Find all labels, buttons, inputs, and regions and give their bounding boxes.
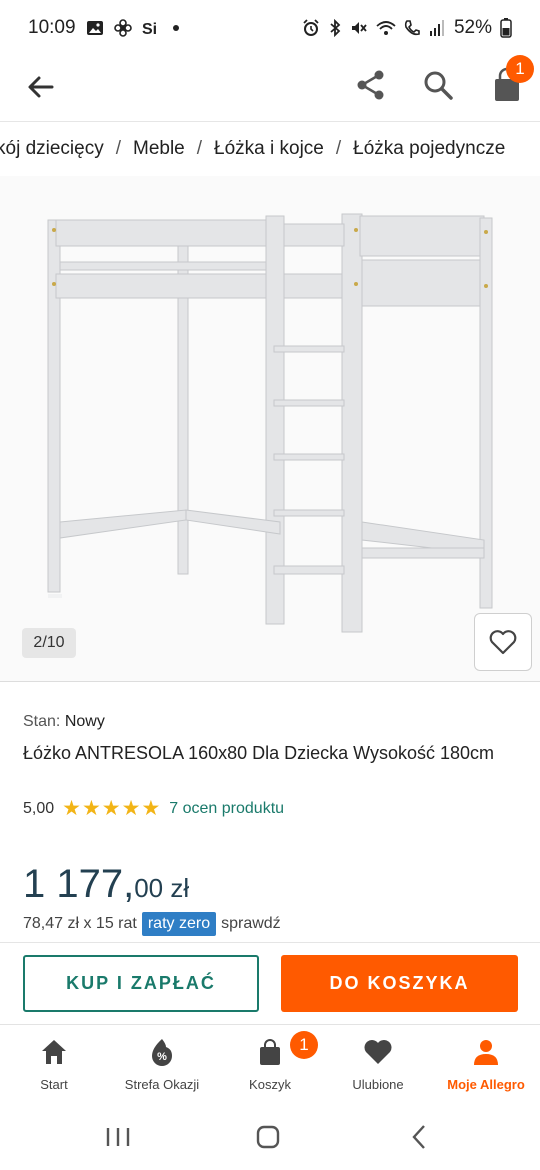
system-back-icon[interactable]: [405, 1122, 435, 1152]
installments: 78,47 zł x 15 rat raty zero sprawdź: [23, 912, 281, 936]
nav-label: Koszyk: [249, 1077, 291, 1092]
nav-label: Strefa Okazji: [124, 1077, 200, 1092]
wifi-call-icon: [376, 21, 396, 35]
alarm-icon: [303, 19, 319, 36]
breadcrumb-item[interactable]: Meble: [133, 138, 185, 160]
nav-item-start[interactable]: Start: [0, 1025, 108, 1107]
cart-count-badge: 1: [506, 55, 534, 83]
discount-icon: %: [152, 1039, 172, 1066]
signal-icon: [429, 20, 444, 36]
breadcrumb-separator: /: [115, 138, 121, 159]
system-navigation-bar: [0, 1106, 540, 1170]
nav-item-ulubione[interactable]: Ulubione: [324, 1025, 432, 1107]
recent-apps-icon[interactable]: [103, 1122, 133, 1152]
bottom-navigation: Start % Strefa Okazji Koszyk 1 Ulubione …: [0, 1024, 540, 1106]
raty-zero-badge: raty zero: [141, 912, 217, 936]
breadcrumb-separator: /: [335, 138, 342, 159]
nav-label: Start: [40, 1077, 68, 1092]
cart-icon: [260, 1039, 280, 1065]
svg-text:%: %: [157, 1051, 167, 1063]
app-notification-icon: Si: [142, 21, 157, 37]
status-time: 10:09: [28, 17, 76, 38]
rating-count-link[interactable]: 7 ocen produktu: [169, 800, 284, 818]
status-notification-icons: Si: [86, 19, 180, 37]
breadcrumb-item[interactable]: Łóżka pojedyncze: [353, 138, 505, 160]
product-title: Łóżko ANTRESOLA 160x80 Dla Dziecka Wysok…: [23, 743, 495, 763]
condition-label: Stan:: [23, 713, 61, 730]
rating-score: 5,00: [23, 799, 55, 817]
mute-icon: [351, 22, 367, 34]
nav-label: Ulubione: [352, 1077, 404, 1092]
heart-icon: [364, 1040, 392, 1064]
battery-percent: 52%: [453, 17, 492, 38]
rating-stars-icon: ★★★★★: [62, 797, 162, 820]
breadcrumb-item[interactable]: kój dziecięcy: [0, 138, 104, 160]
product-rating[interactable]: 5,00 ★★★★★ 7 ocen produktu: [23, 796, 284, 821]
fan-notification-icon: [113, 19, 132, 37]
installment-check-link[interactable]: sprawdź: [221, 915, 281, 933]
heart-outline-icon: [489, 630, 517, 655]
favorite-button[interactable]: [474, 613, 532, 671]
user-icon: [474, 1040, 498, 1065]
nav-item-moje-allegro[interactable]: Moje Allegro: [432, 1025, 540, 1107]
status-bar: 10:09 Si 52%: [0, 0, 540, 56]
home-button-icon[interactable]: [253, 1122, 283, 1152]
home-icon: [42, 1040, 66, 1064]
back-arrow-icon[interactable]: [24, 70, 58, 104]
buy-now-button[interactable]: KUP I ZAPŁAĆ: [23, 955, 259, 1012]
divider: [0, 942, 540, 943]
search-icon[interactable]: [421, 68, 455, 102]
dot-icon: [172, 25, 179, 31]
cart-count-badge: 1: [290, 1031, 318, 1059]
call-icon: [404, 20, 420, 36]
installment-text: 78,47 zł x 15 rat: [23, 915, 137, 932]
app-bar: 1: [0, 55, 540, 122]
gallery-notification-icon: [86, 21, 103, 35]
add-to-cart-button[interactable]: DO KOSZYKA: [281, 955, 518, 1012]
svg-text:Si: Si: [142, 21, 157, 37]
breadcrumb-item[interactable]: Łóżka i kojce: [214, 138, 324, 160]
bluetooth-icon: [330, 19, 341, 37]
breadcrumb-separator: /: [196, 138, 203, 159]
nav-item-strefa-okazji[interactable]: % Strefa Okazji: [108, 1025, 216, 1107]
condition-value: Nowy: [64, 713, 105, 730]
condition: Stan: Nowy: [23, 713, 105, 731]
battery-icon: [500, 18, 512, 38]
product-image: [47, 213, 493, 633]
image-counter: 2/10: [22, 628, 76, 658]
breadcrumb: kój dziecięcy / Meble / Łóżka i kojce / …: [0, 138, 505, 160]
product-gallery[interactable]: 2/10: [0, 176, 540, 682]
price: 1 177,00 zł: [23, 862, 189, 907]
price-fraction: 00 zł: [134, 873, 190, 903]
price-main: 1 177,: [23, 862, 135, 906]
status-system-icons: 52%: [302, 17, 512, 39]
nav-label: Moje Allegro: [447, 1077, 525, 1092]
share-icon[interactable]: [354, 68, 388, 102]
